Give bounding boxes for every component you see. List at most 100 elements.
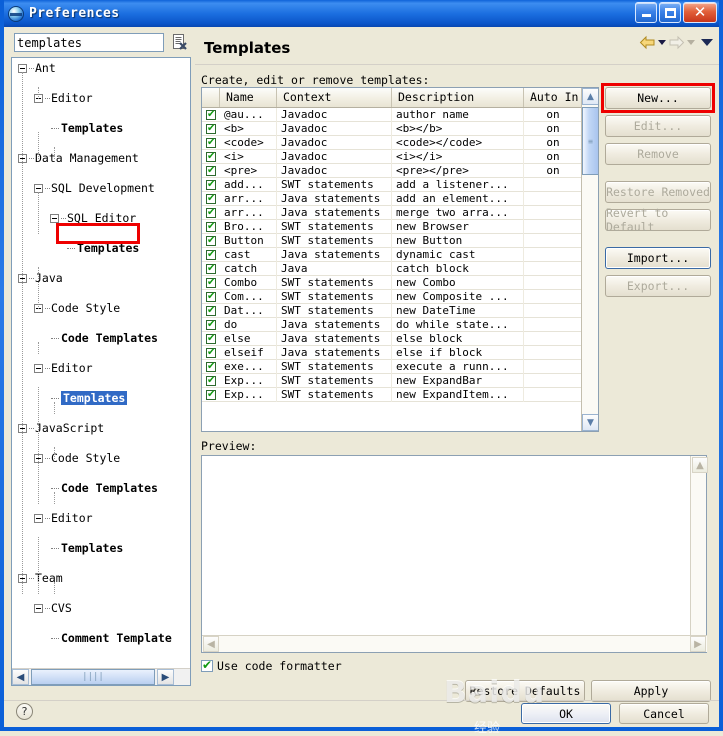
scroll-right-button[interactable]: ▶	[157, 669, 174, 685]
cell-auto	[524, 261, 583, 276]
tree-horizontal-scrollbar[interactable]: ◀ |||| ▶	[12, 668, 190, 685]
restore-defaults-button[interactable]: Restore Defaults	[465, 680, 585, 702]
row-checkbox[interactable]	[202, 262, 220, 276]
column-header-description[interactable]: Description	[392, 88, 524, 107]
table-row[interactable]: Bro...SWT statementsnew Browser	[202, 219, 598, 234]
preview-scroll-left-button[interactable]: ◀	[203, 636, 219, 652]
row-checkbox[interactable]	[202, 332, 220, 346]
table-row[interactable]: Dat...SWT statementsnew DateTime	[202, 303, 598, 318]
tree-selected-label: Templates	[61, 391, 128, 405]
row-checkbox[interactable]	[202, 108, 220, 122]
row-checkbox[interactable]	[202, 346, 220, 360]
table-row[interactable]: doJava statementsdo while state...	[202, 317, 598, 332]
templates-table[interactable]: NameContextDescriptionAuto In... @au...J…	[201, 87, 599, 432]
tree-item-editor[interactable]: Editor	[12, 511, 190, 526]
import-button[interactable]: Import...	[605, 247, 711, 269]
help-icon[interactable]: ?	[16, 703, 33, 720]
column-header-context[interactable]: Context	[277, 88, 392, 107]
row-checkbox[interactable]	[202, 388, 220, 402]
close-button[interactable]: ✕	[683, 2, 717, 23]
table-row[interactable]: arr...Java statementsadd an element...	[202, 191, 598, 206]
table-scroll-down-button[interactable]: ▼	[582, 414, 598, 431]
table-row[interactable]: Exp...SWT statementsnew ExpandItem...	[202, 387, 598, 402]
table-row[interactable]: elseJava statementselse block	[202, 331, 598, 346]
table-row[interactable]: catchJavacatch block	[202, 261, 598, 276]
row-checkbox[interactable]	[202, 122, 220, 136]
row-checkbox[interactable]	[202, 318, 220, 332]
row-checkbox[interactable]	[202, 304, 220, 318]
tree-item-cvs[interactable]: CVS	[12, 601, 190, 616]
back-dropdown-icon[interactable]	[658, 40, 666, 45]
collapse-icon[interactable]	[34, 514, 43, 523]
collapse-icon[interactable]	[34, 364, 43, 373]
table-row[interactable]: elseifJava statementselse if block	[202, 345, 598, 360]
maximize-button[interactable]	[659, 2, 681, 23]
tree-hscroll-thumb[interactable]: ||||	[31, 669, 155, 685]
table-row[interactable]: <i>Javadoc<i></i>on	[202, 149, 598, 164]
new-button[interactable]: New...	[605, 87, 711, 109]
column-header-auto-in-[interactable]: Auto In...	[524, 88, 583, 107]
row-checkbox[interactable]	[202, 248, 220, 262]
view-menu-icon[interactable]	[701, 39, 713, 46]
row-checkbox[interactable]	[202, 178, 220, 192]
table-row[interactable]: arr...Java statementsmerge two arra...	[202, 205, 598, 220]
row-checkbox[interactable]	[202, 206, 220, 220]
tree-item-templates[interactable]: Templates	[12, 241, 190, 256]
table-row[interactable]: Exp...SWT statementsnew ExpandBar	[202, 373, 598, 388]
column-header-name[interactable]: Name	[220, 88, 277, 107]
table-scroll-up-button[interactable]: ▲	[582, 88, 598, 105]
row-checkbox[interactable]	[202, 220, 220, 234]
preview-scroll-right-button[interactable]: ▶	[690, 636, 706, 652]
preview-horizontal-scrollbar[interactable]: ◀ ▶	[202, 635, 707, 652]
table-row[interactable]: Com...SWT statementsnew Composite ...	[202, 289, 598, 304]
row-checkbox[interactable]	[202, 360, 220, 374]
scroll-left-button[interactable]: ◀	[12, 669, 29, 685]
preview-scroll-up-button[interactable]: ▲	[692, 457, 708, 473]
tree-item-comment-template[interactable]: Comment Template	[12, 631, 190, 646]
use-code-formatter-checkbox[interactable]	[201, 658, 213, 672]
dialog-footer-buttons: OK Cancel	[521, 703, 709, 724]
clear-filter-icon[interactable]	[172, 34, 188, 51]
ok-button[interactable]: OK	[521, 703, 611, 724]
table-row[interactable]: add...SWT statementsadd a listener...	[202, 177, 598, 192]
cell-context: SWT statements	[277, 289, 392, 304]
row-checkbox[interactable]	[202, 374, 220, 388]
row-checkbox[interactable]	[202, 164, 220, 178]
title-bar[interactable]: Preferences ✕	[4, 0, 719, 27]
table-row[interactable]: ComboSWT statementsnew Combo	[202, 275, 598, 290]
table-row[interactable]: <code>Javadoc<code></code>on	[202, 135, 598, 150]
back-arrow-icon[interactable]	[639, 35, 656, 50]
table-row[interactable]: castJava statementsdynamic cast	[202, 247, 598, 262]
export-button: Export...	[605, 275, 711, 297]
search-input[interactable]	[14, 33, 164, 52]
row-checkbox[interactable]	[202, 276, 220, 290]
row-checkbox[interactable]	[202, 136, 220, 150]
use-code-formatter-row[interactable]: Use code formatter	[201, 658, 342, 673]
preview-vertical-scrollbar[interactable]: ▲	[690, 456, 708, 636]
collapse-icon[interactable]	[34, 604, 43, 613]
preview-area[interactable]: ▲ ◀ ▶	[201, 455, 708, 653]
table-row[interactable]: exe...SWT statementsexecute a runn...	[202, 359, 598, 374]
preferences-tree[interactable]: Ant Editor Templates Data Management SQL Dev…	[11, 57, 191, 686]
button-wrapper: Import...	[605, 247, 713, 269]
cell-name: catch	[220, 261, 277, 276]
row-checkbox[interactable]	[202, 150, 220, 164]
table-vscroll-thumb[interactable]: ≡	[582, 107, 598, 175]
table-row[interactable]: <pre>Javadoc<pre></pre>on	[202, 163, 598, 178]
tree-item-ant[interactable]: Ant	[12, 61, 190, 76]
row-checkbox[interactable]	[202, 290, 220, 304]
collapse-icon[interactable]	[50, 214, 59, 223]
cell-auto: on	[524, 163, 583, 178]
row-checkbox[interactable]	[202, 192, 220, 206]
table-row[interactable]: <b>Javadoc<b></b>on	[202, 121, 598, 136]
table-row[interactable]: @au...Javadocauthor nameon	[202, 107, 598, 122]
tree-item-editor[interactable]: Editor	[12, 361, 190, 376]
table-vertical-scrollbar[interactable]: ▲ ≡ ▼	[581, 88, 598, 431]
cell-auto	[524, 233, 583, 248]
minimize-button[interactable]	[635, 2, 657, 23]
table-header-row: NameContextDescriptionAuto In...	[202, 88, 598, 108]
table-row[interactable]: ButtonSWT statementsnew Button	[202, 233, 598, 248]
apply-button[interactable]: Apply	[591, 680, 711, 702]
row-checkbox[interactable]	[202, 234, 220, 248]
cancel-button[interactable]: Cancel	[619, 703, 709, 724]
